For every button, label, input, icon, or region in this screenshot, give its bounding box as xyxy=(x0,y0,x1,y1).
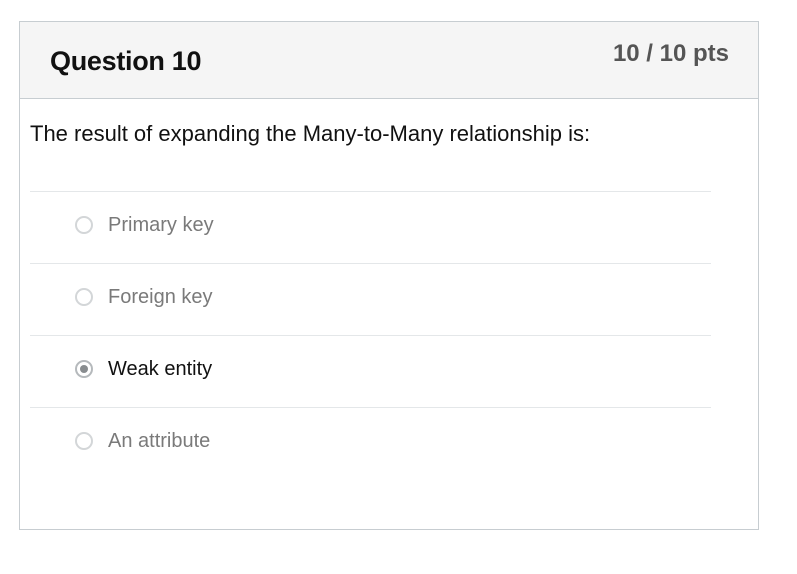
radio-button[interactable] xyxy=(75,216,93,234)
answer-label: Foreign key xyxy=(108,286,213,308)
question-points: 10 / 10 pts xyxy=(612,40,729,67)
radio-button[interactable] xyxy=(75,288,93,306)
answer-option-selected[interactable]: Weak entity xyxy=(30,335,711,407)
answer-label: An attribute xyxy=(108,430,211,452)
answer-label: Primary key xyxy=(108,214,214,236)
answer-label: Weak entity xyxy=(108,358,213,380)
radio-button[interactable] xyxy=(75,432,93,450)
question-header: Question 10 10 / 10 pts xyxy=(20,22,758,99)
answer-option[interactable]: An attribute xyxy=(30,407,711,479)
answer-option[interactable]: Primary key xyxy=(30,191,711,263)
question-text: The result of expanding the Many-to-Many… xyxy=(30,121,591,146)
answer-option[interactable]: Foreign key xyxy=(30,263,711,335)
answer-list: Primary key Foreign key Weak entity An a… xyxy=(30,191,711,479)
question-title: Question 10 xyxy=(50,46,202,76)
radio-button[interactable] xyxy=(75,360,93,378)
